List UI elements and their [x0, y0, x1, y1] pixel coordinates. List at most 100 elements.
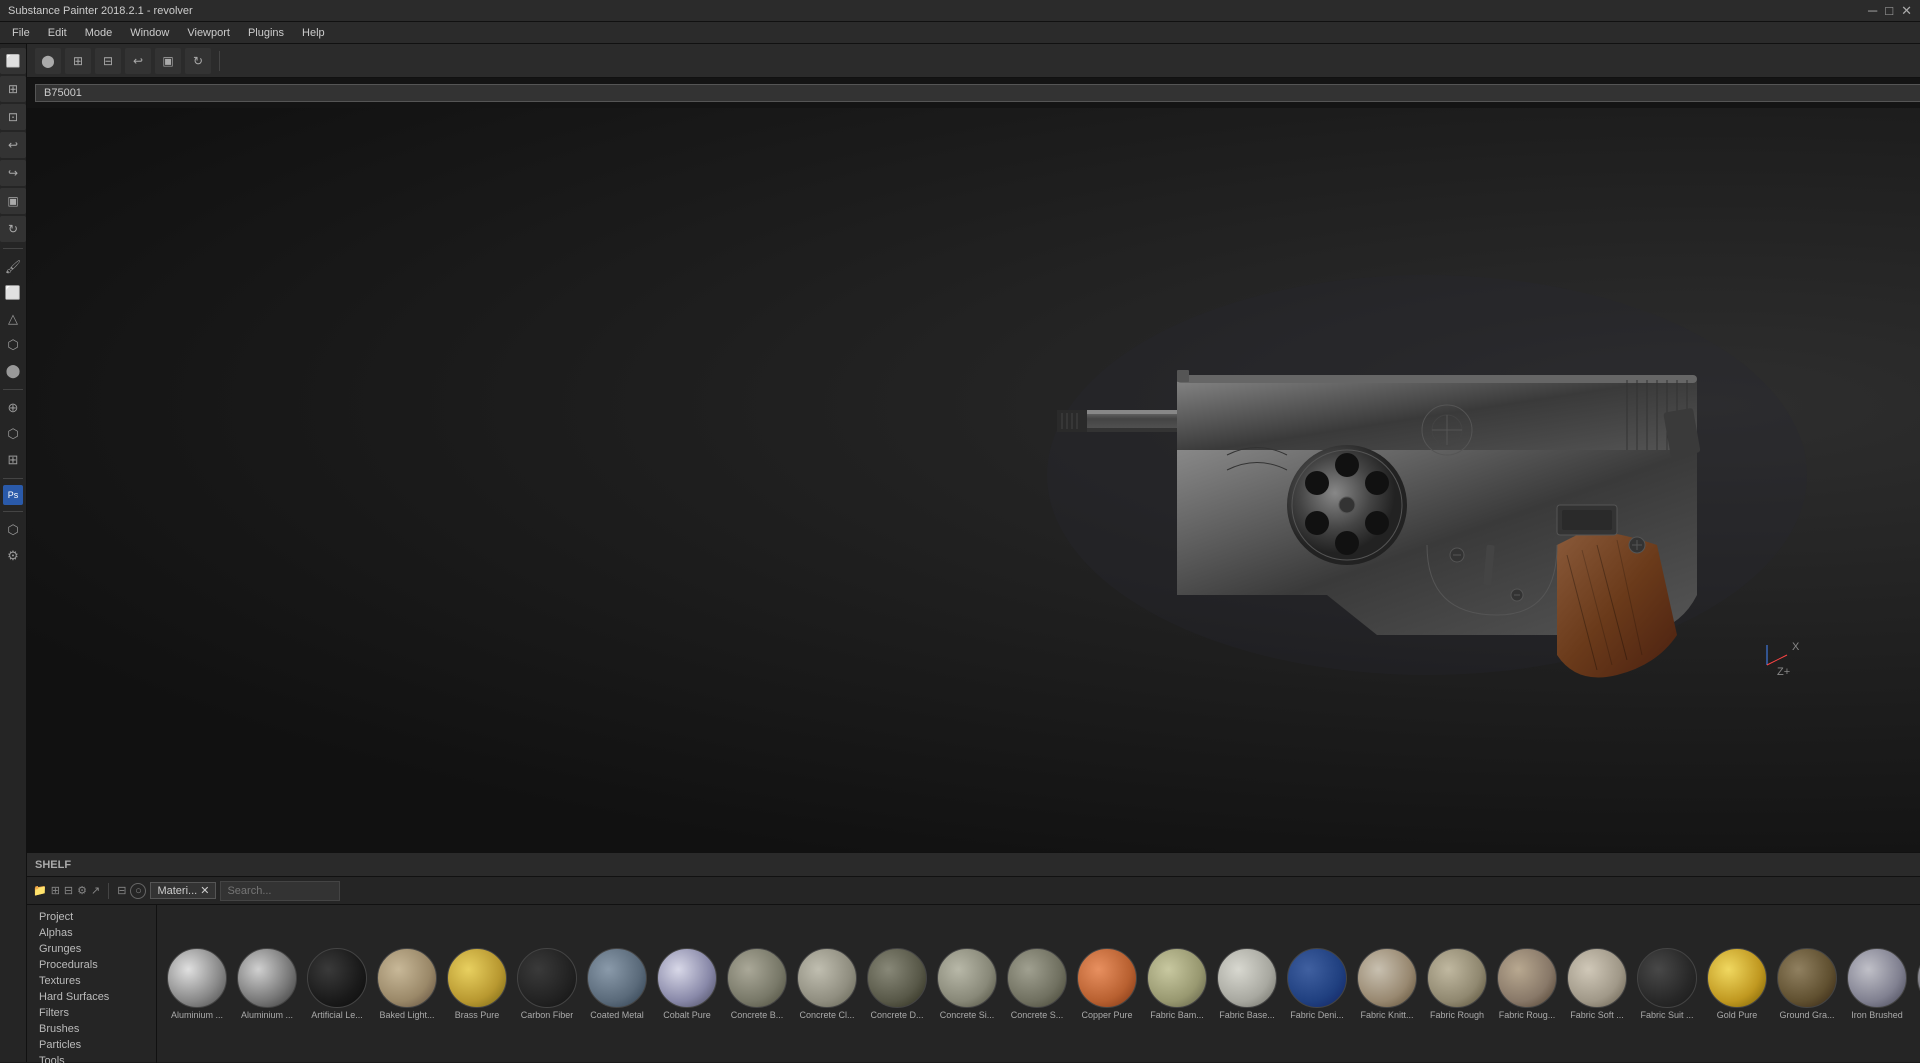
list-item[interactable]: Fabric Soft ... — [1565, 948, 1629, 1020]
list-item[interactable]: Fabric Roug... — [1495, 948, 1559, 1020]
shelf-category-particles[interactable]: Particles — [27, 1037, 156, 1053]
material-thumb-aluminium[interactable] — [167, 948, 227, 1008]
toolbar-btn-5[interactable]: ▣ — [155, 48, 181, 74]
material-thumb-fabric-rough[interactable] — [1427, 948, 1487, 1008]
menu-window[interactable]: Window — [122, 25, 177, 41]
tool-arrow2[interactable]: ↪ — [0, 160, 26, 186]
material-thumb-fabric-bam[interactable] — [1147, 948, 1207, 1008]
list-item[interactable]: Iron Chain... — [1915, 948, 1920, 1020]
list-item[interactable]: Copper Pure — [1075, 948, 1139, 1020]
tool-paint[interactable]: 🖌 — [1, 255, 25, 279]
tool-grid2[interactable]: ⊡ — [0, 104, 26, 130]
tool-smudge[interactable]: △ — [1, 307, 25, 331]
material-thumb-cobalt[interactable] — [657, 948, 717, 1008]
material-thumb-fabric-base[interactable] — [1217, 948, 1277, 1008]
shelf-add-icon[interactable]: ⊞ — [51, 884, 60, 897]
list-item[interactable]: Iron Brushed — [1845, 948, 1909, 1020]
tool-fill[interactable]: ⬤ — [1, 359, 25, 383]
shelf-remove-icon[interactable]: ⊟ — [64, 884, 73, 897]
tool-eraser[interactable]: ⬜ — [1, 281, 25, 305]
material-thumb-fabric-suit[interactable] — [1637, 948, 1697, 1008]
tool-measure[interactable]: ⊞ — [1, 448, 25, 472]
list-item[interactable]: Fabric Suit ... — [1635, 948, 1699, 1020]
material-thumb-concrete-s1[interactable] — [937, 948, 997, 1008]
list-item[interactable]: Concrete D... — [865, 948, 929, 1020]
tool-ps[interactable]: Ps — [3, 485, 23, 505]
shelf-category-project[interactable]: Project — [27, 909, 156, 925]
menu-edit[interactable]: Edit — [40, 25, 75, 41]
minimize-button[interactable]: ─ — [1868, 3, 1877, 19]
tool-select2[interactable]: ⊕ — [1, 396, 25, 420]
material-thumb-ground[interactable] — [1777, 948, 1837, 1008]
tool-anchor[interactable]: ⬡ — [1, 518, 25, 542]
list-item[interactable]: Ground Gra... — [1775, 948, 1839, 1020]
tool-refresh[interactable]: ↻ — [0, 216, 26, 242]
list-item[interactable]: Carbon Fiber — [515, 948, 579, 1020]
material-thumb-iron-brushed[interactable] — [1847, 948, 1907, 1008]
list-item[interactable]: Fabric Rough — [1425, 948, 1489, 1020]
close-button[interactable]: ✕ — [1901, 3, 1912, 19]
list-item[interactable]: Artificial Le... — [305, 948, 369, 1020]
material-thumb-coated[interactable] — [587, 948, 647, 1008]
tool-settings[interactable]: ⚙ — [1, 544, 25, 568]
shelf-search-input[interactable] — [220, 881, 340, 901]
material-thumb-concrete-s2[interactable] — [1007, 948, 1067, 1008]
material-thumb-baked[interactable] — [377, 948, 437, 1008]
shelf-category-alphas[interactable]: Alphas — [27, 925, 156, 941]
list-item[interactable]: Brass Pure — [445, 948, 509, 1020]
maximize-button[interactable]: □ — [1885, 3, 1893, 19]
material-thumb-fabric-deni[interactable] — [1287, 948, 1347, 1008]
shelf-category-procedurals[interactable]: Procedurals — [27, 957, 156, 973]
shelf-category-textures[interactable]: Textures — [27, 973, 156, 989]
tool-rect[interactable]: ▣ — [0, 188, 26, 214]
material-thumb-concrete-b[interactable] — [727, 948, 787, 1008]
list-item[interactable]: Cobalt Pure — [655, 948, 719, 1020]
toolbar-btn-1[interactable]: ⬤ — [35, 48, 61, 74]
shelf-export-icon[interactable]: ↗ — [91, 884, 100, 897]
shelf-filter-label[interactable]: Materi... ✕ — [150, 882, 216, 899]
list-item[interactable]: Aluminium ... — [235, 948, 299, 1020]
shelf-category-hard-surfaces[interactable]: Hard Surfaces — [27, 989, 156, 1005]
list-item[interactable]: Concrete S... — [1005, 948, 1069, 1020]
list-item[interactable]: Fabric Knitt... — [1355, 948, 1419, 1020]
material-thumb-artificial[interactable] — [307, 948, 367, 1008]
menu-viewport[interactable]: Viewport — [179, 25, 238, 41]
toolbar-btn-2[interactable]: ⊞ — [65, 48, 91, 74]
tool-text[interactable]: ⬡ — [1, 422, 25, 446]
toolbar-btn-6[interactable]: ↻ — [185, 48, 211, 74]
material-thumb-gold[interactable] — [1707, 948, 1767, 1008]
material-thumb-concrete-d[interactable] — [867, 948, 927, 1008]
menu-help[interactable]: Help — [294, 25, 333, 41]
material-thumb-concrete-cl[interactable] — [797, 948, 857, 1008]
list-item[interactable]: Fabric Bam... — [1145, 948, 1209, 1020]
list-item[interactable]: Gold Pure — [1705, 948, 1769, 1020]
list-item[interactable]: Fabric Deni... — [1285, 948, 1349, 1020]
shelf-folder-icon[interactable]: 📁 — [33, 884, 47, 897]
material-thumb-fabric-rous[interactable] — [1497, 948, 1557, 1008]
tool-clone[interactable]: ⬡ — [1, 333, 25, 357]
shelf-filter-circle[interactable]: ○ — [130, 883, 146, 899]
tool-arrow[interactable]: ↩ — [0, 132, 26, 158]
material-thumb-fabric-knit[interactable] — [1357, 948, 1417, 1008]
tool-grid[interactable]: ⊞ — [0, 76, 26, 102]
shelf-category-filters[interactable]: Filters — [27, 1005, 156, 1021]
menu-mode[interactable]: Mode — [77, 25, 121, 41]
material-thumb-fabric-soft[interactable] — [1567, 948, 1627, 1008]
list-item[interactable]: Fabric Base... — [1215, 948, 1279, 1020]
shelf-category-grunges[interactable]: Grunges — [27, 941, 156, 957]
material-thumb-carbon[interactable] — [517, 948, 577, 1008]
list-item[interactable]: Baked Light... — [375, 948, 439, 1020]
menu-plugins[interactable]: Plugins — [240, 25, 292, 41]
shelf-settings-icon[interactable]: ⚙ — [77, 884, 87, 897]
material-thumb-copper[interactable] — [1077, 948, 1137, 1008]
material-thumb-aluminium2[interactable] — [237, 948, 297, 1008]
list-item[interactable]: Coated Metal — [585, 948, 649, 1020]
material-thumb-brass[interactable] — [447, 948, 507, 1008]
toolbar-btn-4[interactable]: ↩ — [125, 48, 151, 74]
shelf-filter-icon[interactable]: ⊟ — [117, 884, 126, 897]
shelf-category-brushes[interactable]: Brushes — [27, 1021, 156, 1037]
list-item[interactable]: Concrete Si... — [935, 948, 999, 1020]
toolbar-btn-3[interactable]: ⊟ — [95, 48, 121, 74]
list-item[interactable]: Concrete B... — [725, 948, 789, 1020]
list-item[interactable]: Aluminium ... — [165, 948, 229, 1020]
